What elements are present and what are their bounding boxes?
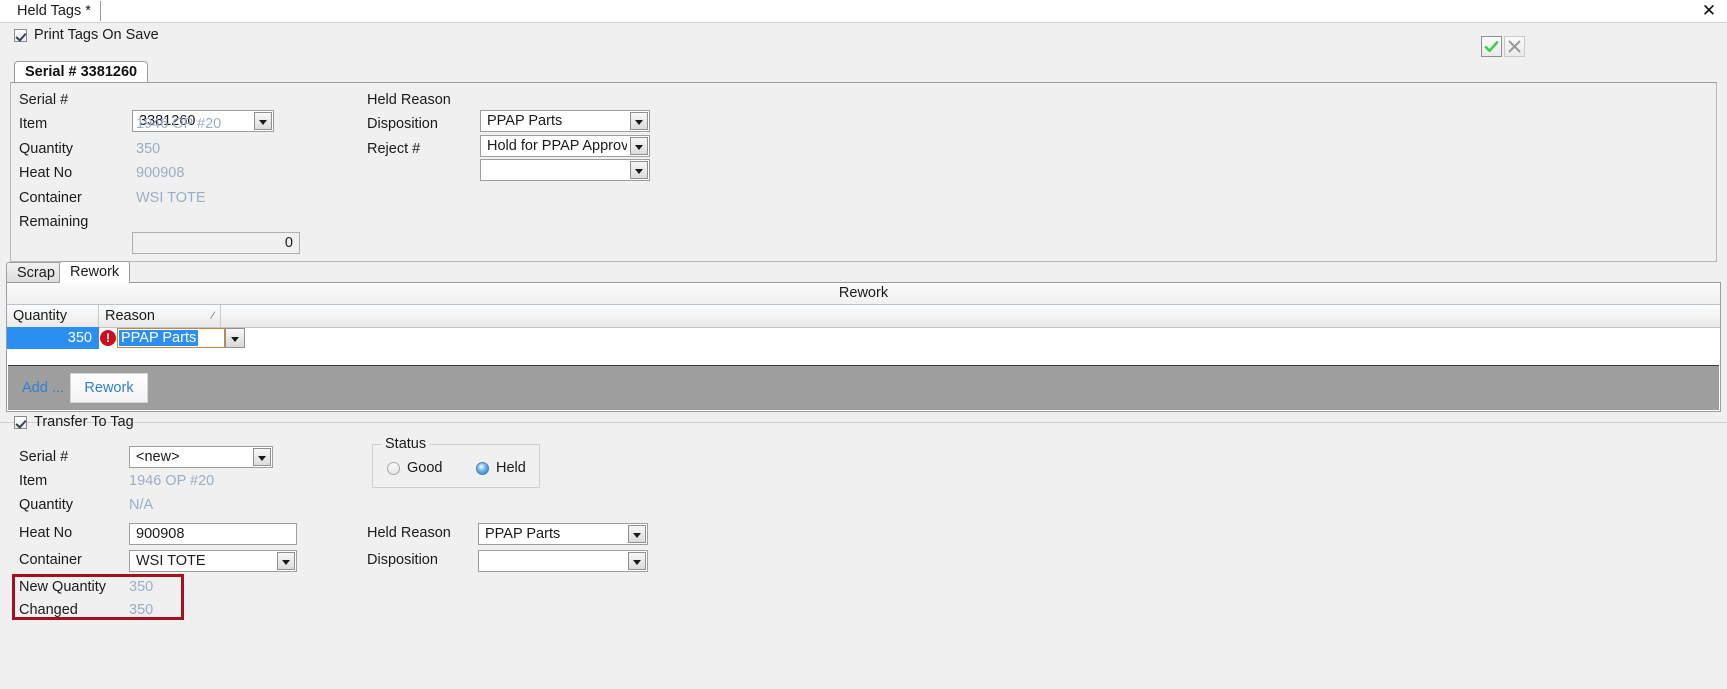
chevron-down-icon[interactable] [277, 552, 295, 570]
quantity-label: Quantity [19, 141, 73, 157]
chevron-down-icon[interactable] [628, 525, 646, 543]
transfer-serial-combo-value: <new> [136, 449, 180, 465]
checkmark-icon [1484, 41, 1499, 53]
rework-grid-footer: Add ... Rework [8, 365, 1719, 410]
column-header-quantity-label: Quantity [13, 308, 67, 324]
transfer-disposition-combo-value [485, 551, 625, 571]
add-row-link[interactable]: Add ... [22, 380, 64, 396]
radio-status-held[interactable]: Held [476, 460, 526, 476]
transfer-held-reason-combo-value: PPAP Parts [485, 526, 561, 542]
disposition-label: Disposition [367, 116, 438, 132]
chevron-down-icon[interactable] [628, 552, 646, 570]
new-quantity-value: 350 [129, 579, 154, 595]
column-header-reason-label: Reason [105, 308, 155, 324]
tab-scrap[interactable]: Scrap [6, 262, 66, 283]
changed-label: Changed [19, 602, 78, 618]
window-tab-strip: Held Tags * ✕ [0, 0, 1727, 22]
held-reason-combo[interactable]: PPAP Parts [480, 110, 650, 132]
table-row[interactable]: 350 ! PPAP Parts [7, 327, 1720, 349]
remaining-value: 0 [132, 232, 300, 254]
cell-quantity[interactable]: 350 [7, 327, 99, 349]
rework-grid-panel: Rework Quantity Reason ⁄ 350 ! PPAP Part… [6, 282, 1721, 412]
transfer-quantity-value: N/A [129, 497, 154, 513]
disposition-combo[interactable]: Hold for PPAP Approval [480, 135, 650, 157]
held-reason-label: Held Reason [367, 92, 451, 108]
transfer-serial-combo[interactable]: <new> [129, 446, 273, 468]
chevron-down-icon[interactable] [630, 161, 648, 179]
disposition-combo-value: Hold for PPAP Approval [487, 138, 627, 154]
transfer-item-value: 1946 OP #20 [129, 473, 215, 489]
status-groupbox: Status Good Held [372, 436, 540, 488]
changed-value: 350 [129, 602, 154, 618]
radio-status-held-label: Held [496, 460, 526, 476]
remaining-label: Remaining [19, 214, 89, 230]
window-tab-held-tags[interactable]: Held Tags * [8, 1, 101, 21]
rework-grid-caption: Rework [7, 283, 1720, 305]
cell-reason-value: PPAP Parts [119, 330, 199, 346]
item-label: Item [19, 116, 48, 132]
container-label: Container [19, 190, 82, 206]
radio-status-good[interactable]: Good [387, 460, 442, 476]
transfer-heat-no-label: Heat No [19, 525, 73, 541]
chevron-down-icon[interactable] [253, 448, 271, 466]
quantity-value: 350 [136, 141, 161, 157]
radio-status-good-label: Good [407, 460, 443, 476]
form-panel: Print Tags On Save Serial # 3381260 Seri… [0, 22, 1727, 689]
column-header-quantity[interactable]: Quantity [7, 305, 99, 327]
radio-indicator [387, 461, 400, 475]
accept-button[interactable] [1481, 36, 1502, 57]
held-tags-window: Held Tags * ✕ Print Tags On Save Serial … [0, 0, 1727, 689]
serial-label: Serial # [19, 92, 69, 108]
reject-label: Reject # [367, 141, 421, 157]
new-quantity-label: New Quantity [19, 579, 107, 595]
reject-combo-value [487, 160, 627, 180]
sort-indicator-icon: ⁄ [212, 310, 214, 322]
cell-reason-editor[interactable]: PPAP Parts [117, 328, 225, 348]
tab-rework[interactable]: Rework [59, 261, 131, 283]
checkbox-indicator [14, 415, 27, 429]
chevron-down-icon[interactable] [225, 328, 245, 348]
transfer-to-tag-checkbox[interactable]: Transfer To Tag [14, 414, 134, 430]
serial-tab-row: Serial # 3381260 [10, 61, 1717, 83]
print-tags-on-save-checkbox[interactable]: Print Tags On Save [14, 27, 159, 43]
transfer-serial-label: Serial # [19, 449, 69, 465]
transfer-container-combo[interactable]: WSI TOTE [129, 550, 297, 572]
cross-icon [1508, 40, 1521, 53]
serial-details-panel: Serial # Item Quantity Heat No Container… [10, 82, 1717, 262]
chevron-down-icon[interactable] [630, 112, 648, 130]
checkbox-indicator [14, 28, 27, 42]
column-header-reason[interactable]: Reason ⁄ [99, 305, 221, 327]
heat-no-label: Heat No [19, 165, 73, 181]
transfer-container-combo-value: WSI TOTE [136, 553, 206, 569]
chevron-down-icon[interactable] [254, 112, 272, 130]
radio-indicator [476, 461, 489, 475]
status-groupbox-title: Status [381, 436, 431, 452]
item-value: 1946 OP #20 [136, 116, 222, 132]
container-value: WSI TOTE [136, 190, 206, 206]
chevron-down-icon[interactable] [630, 137, 648, 155]
heat-no-value: 900908 [136, 165, 185, 181]
transfer-container-label: Container [19, 552, 82, 568]
transfer-to-tag-label: Transfer To Tag [34, 414, 134, 430]
cancel-button[interactable] [1504, 36, 1525, 57]
transfer-quantity-label: Quantity [19, 497, 73, 513]
transfer-disposition-label: Disposition [367, 552, 438, 568]
error-exclamation-icon: ! [100, 330, 116, 346]
transfer-held-reason-combo[interactable]: PPAP Parts [478, 523, 648, 545]
rework-button[interactable]: Rework [70, 373, 148, 403]
transfer-heat-no-input[interactable]: 900908 [129, 523, 297, 545]
reject-combo[interactable] [480, 159, 650, 181]
section-divider [0, 422, 1727, 423]
print-tags-on-save-label: Print Tags On Save [34, 27, 159, 43]
tab-serial-3381260[interactable]: Serial # 3381260 [14, 61, 149, 83]
close-icon[interactable]: ✕ [1700, 2, 1718, 20]
held-reason-combo-value: PPAP Parts [487, 113, 563, 129]
transfer-disposition-combo[interactable] [478, 550, 648, 572]
transfer-item-label: Item [19, 473, 48, 489]
rework-grid-header: Quantity Reason ⁄ [7, 305, 1720, 328]
transfer-held-reason-label: Held Reason [367, 525, 451, 541]
